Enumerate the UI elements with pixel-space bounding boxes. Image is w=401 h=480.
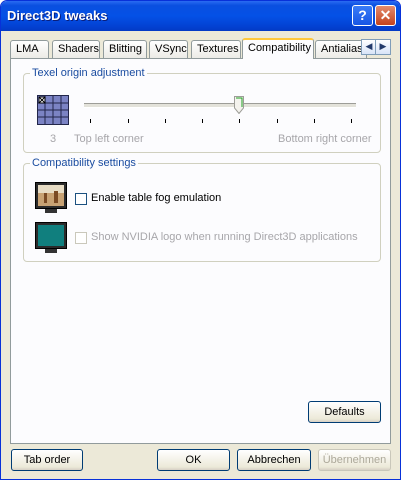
tab-scroll-right-button[interactable]: ▶ [375, 39, 391, 55]
title-bar[interactable]: Direct3D tweaks ? ✕ [1, 1, 400, 31]
slider-tick [165, 119, 166, 123]
nvidia-logo-checkbox[interactable] [75, 232, 87, 244]
tab-shaders[interactable]: Shaders [52, 40, 100, 58]
table-fog-checkbox[interactable] [75, 193, 87, 205]
window-title: Direct3D tweaks [7, 8, 108, 23]
slider-tick [277, 119, 278, 123]
dialog-window: Direct3D tweaks ? ✕ LMA Shaders Blitting… [0, 0, 401, 480]
slider-tick [202, 119, 203, 123]
texel-value: 3 [50, 133, 57, 145]
nvidia-logo-label: Show NVIDIA logo when running Direct3D a… [91, 231, 358, 243]
defaults-button[interactable]: Defaults [308, 401, 381, 423]
cancel-button[interactable]: Abbrechen [237, 449, 311, 471]
monitor-fog-icon [35, 182, 67, 213]
table-fog-label: Enable table fog emulation [91, 192, 222, 204]
compatibility-group: Compatibility settings [23, 157, 381, 262]
compatibility-legend: Compatibility settings [32, 157, 136, 169]
ok-button[interactable]: OK [157, 449, 230, 471]
apply-button[interactable]: Übernehmen [318, 449, 391, 471]
tab-textures[interactable]: Textures [191, 40, 241, 58]
monitor-logo-icon [35, 222, 67, 253]
close-button[interactable]: ✕ [375, 5, 396, 26]
texel-grid-icon [37, 95, 69, 125]
texel-origin-legend: Texel origin adjustment [32, 67, 145, 79]
texel-slider-track[interactable] [84, 103, 356, 108]
tab-compatibility[interactable]: Compatibility [242, 38, 314, 59]
tab-order-button[interactable]: Tab order [11, 449, 83, 471]
tab-strip: LMA Shaders Blitting VSync Textures Comp… [10, 38, 391, 59]
tab-lma[interactable]: LMA [10, 40, 49, 58]
tab-antialias[interactable]: Antialias [315, 40, 367, 58]
slider-tick [351, 119, 352, 123]
slider-tick [314, 119, 315, 123]
help-button[interactable]: ? [352, 5, 373, 26]
slider-tick [239, 119, 240, 123]
tab-vsync[interactable]: VSync [149, 40, 188, 58]
texel-slider-thumb[interactable] [234, 96, 245, 114]
slider-max-label: Bottom right corner [278, 133, 372, 145]
slider-tick [90, 119, 91, 123]
slider-tick [128, 119, 129, 123]
tab-blitting[interactable]: Blitting [103, 40, 147, 58]
slider-min-label: Top left corner [74, 133, 144, 145]
